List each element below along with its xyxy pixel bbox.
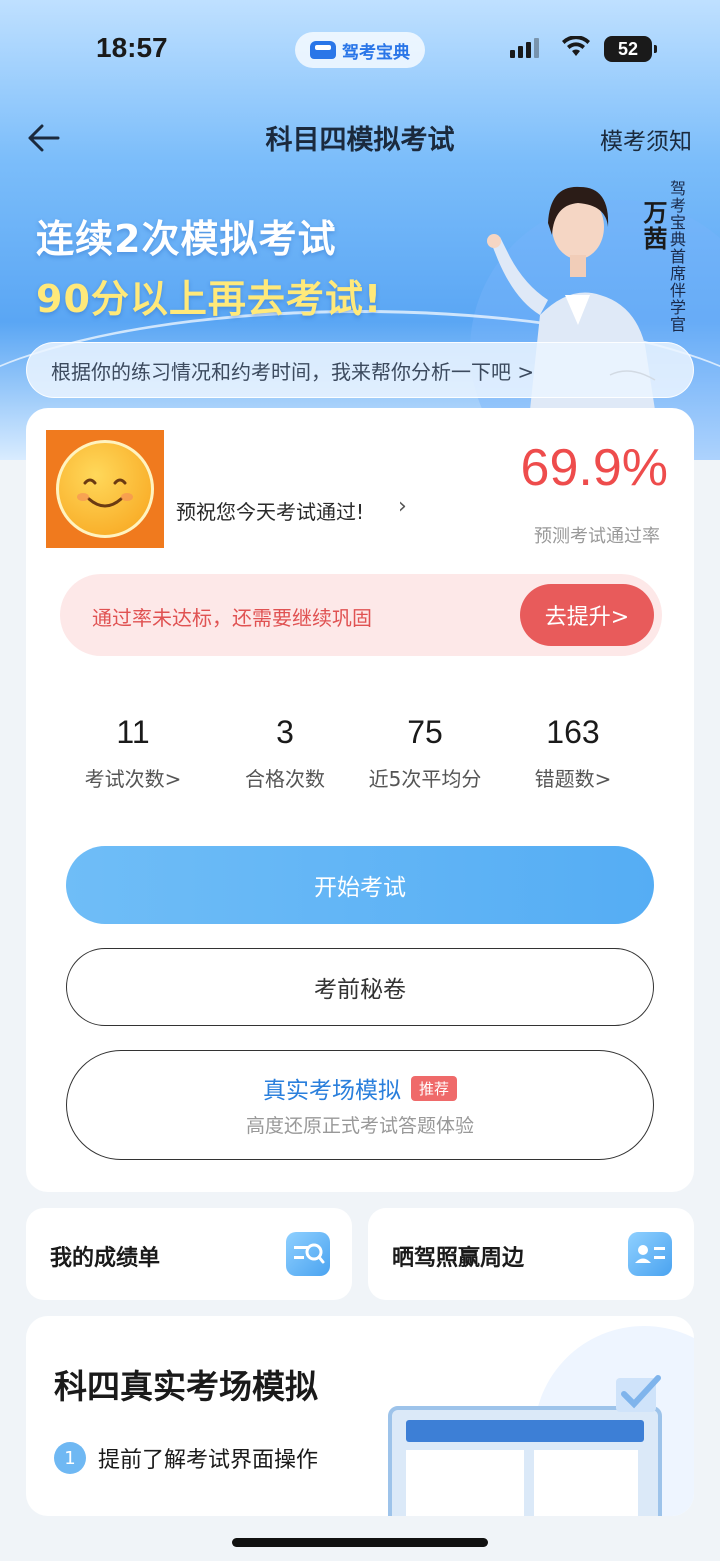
battery-icon: 52 bbox=[604, 36, 657, 62]
stat-label: 近5次平均分 bbox=[368, 767, 482, 791]
simulation-title-row: 真实考场模拟 推荐 bbox=[67, 1071, 653, 1105]
improve-button[interactable]: 去提升> bbox=[520, 584, 654, 646]
stat-value: 11 bbox=[116, 714, 150, 750]
recommend-badge: 推荐 bbox=[410, 1075, 457, 1101]
pass-rate-value: 69.9% bbox=[520, 439, 668, 497]
share-license-card[interactable]: 晒驾照赢周边 bbox=[368, 1208, 694, 1300]
signal-icon bbox=[510, 38, 539, 58]
mini-card-label: 我的成绩单 bbox=[50, 1246, 161, 1271]
secret-paper-button[interactable]: 考前秘卷 bbox=[66, 948, 654, 1026]
stat-pass-count: 3 合格次数 bbox=[210, 714, 360, 792]
report-search-icon bbox=[286, 1232, 330, 1276]
my-scores-card[interactable]: 我的成绩单 bbox=[26, 1208, 352, 1300]
alert-text: 通过率未达标，还需要继续巩固 bbox=[92, 606, 372, 630]
status-bar: 18:57 驾考宝典 52 bbox=[0, 0, 720, 96]
banner-headline-2: 90分以上再去考试! bbox=[36, 277, 383, 321]
stat-value: 75 bbox=[407, 714, 443, 750]
simulation-subtitle: 高度还原正式考试答题体验 bbox=[245, 1115, 474, 1137]
stat-value: 3 bbox=[276, 714, 294, 750]
stats-row: 11 考试次数> 3 合格次数 75 近5次平均分 163 错题数> bbox=[26, 714, 694, 804]
stat-wrong-count[interactable]: 163 错题数> bbox=[498, 714, 648, 792]
greeting-text[interactable]: 预祝您今天考试通过! bbox=[176, 496, 364, 525]
pass-rate-alert: 通过率未达标，还需要继续巩固 去提升> bbox=[60, 574, 662, 656]
avatar[interactable] bbox=[46, 430, 164, 548]
car-icon bbox=[310, 41, 336, 59]
pass-rate-label: 预测考试通过率 bbox=[534, 526, 660, 547]
stat-label: 错题数> bbox=[534, 767, 612, 791]
home-indicator[interactable] bbox=[232, 1538, 488, 1547]
simulation-title: 真实考场模拟 bbox=[262, 1078, 401, 1104]
checkmark-icon bbox=[616, 1375, 661, 1412]
wifi-icon bbox=[562, 36, 590, 56]
host-title: 驾考宝典首席伴学官 bbox=[667, 180, 686, 333]
exam-summary-card: 预祝您今天考试通过! › 69.9% 预测考试通过率 通过率未达标，还需要继续巩… bbox=[26, 408, 694, 1192]
step-number: 1 bbox=[54, 1442, 86, 1474]
app-badge-label: 驾考宝典 bbox=[342, 42, 410, 63]
stat-label: 合格次数 bbox=[245, 767, 325, 791]
mini-card-label: 晒驾照赢周边 bbox=[392, 1246, 525, 1271]
license-card-icon bbox=[628, 1232, 672, 1276]
analysis-prompt[interactable]: 根据你的练习情况和约考时间，我来帮你分析一下吧 > bbox=[26, 342, 694, 398]
exam-notice-link[interactable]: 模考须知 bbox=[600, 122, 692, 156]
smiley-avatar-icon bbox=[56, 440, 154, 538]
exam-screen-preview bbox=[388, 1406, 662, 1516]
app-badge[interactable]: 驾考宝典 bbox=[295, 32, 425, 68]
status-time: 18:57 bbox=[96, 32, 168, 63]
banner-headline-1: 连续2次模拟考试 bbox=[36, 217, 337, 261]
start-exam-button[interactable]: 开始考试 bbox=[66, 846, 654, 924]
step-item: 1 提前了解考试界面操作 bbox=[54, 1442, 318, 1474]
stat-exam-count[interactable]: 11 考试次数> bbox=[58, 714, 208, 792]
section-title: 科四真实考场模拟 bbox=[54, 1367, 318, 1406]
real-exam-section: 科四真实考场模拟 1 提前了解考试界面操作 bbox=[26, 1316, 694, 1516]
stat-label: 考试次数> bbox=[84, 767, 182, 791]
stat-value: 163 bbox=[546, 714, 600, 750]
chevron-right-icon[interactable]: › bbox=[398, 494, 407, 519]
step-text: 提前了解考试界面操作 bbox=[98, 1448, 319, 1473]
real-exam-simulation-button[interactable]: 真实考场模拟 推荐 高度还原正式考试答题体验 bbox=[66, 1050, 654, 1160]
stat-average-score: 75 近5次平均分 bbox=[350, 714, 500, 792]
